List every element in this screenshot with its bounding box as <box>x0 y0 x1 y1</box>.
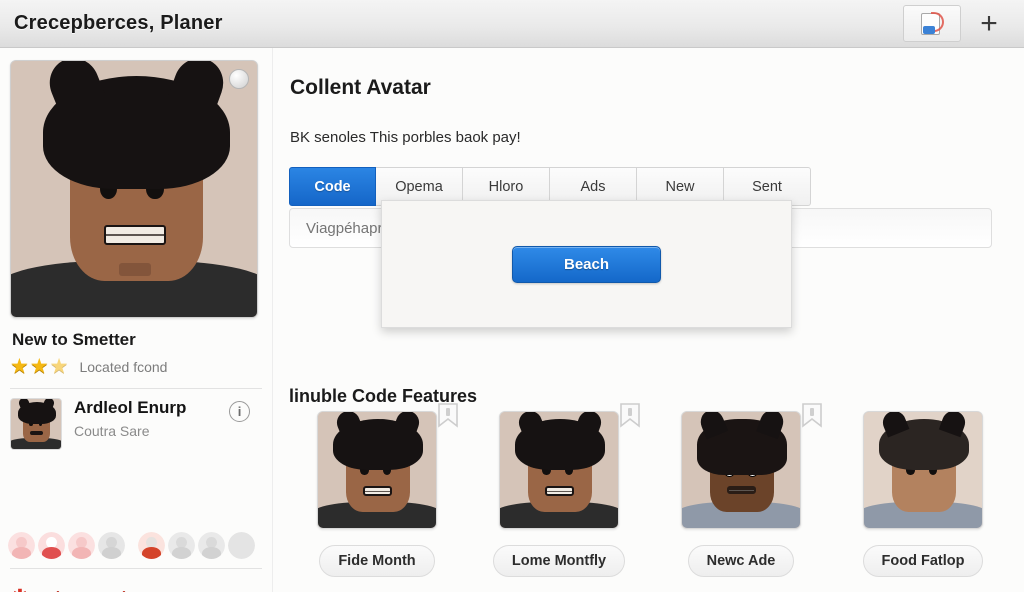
chip-4[interactable] <box>98 532 125 559</box>
titlebar-actions: + <box>903 5 1018 42</box>
avatar-status-badge-icon <box>229 69 249 89</box>
page-subtitle: BK senoles This porbles baok pay! <box>290 129 521 146</box>
gallery-thumbnail[interactable] <box>317 411 437 529</box>
gallery-item-label[interactable]: Newc Ade <box>687 545 795 577</box>
bookmark-icon[interactable] <box>618 403 642 429</box>
chip-6[interactable] <box>168 532 195 559</box>
chip-7[interactable] <box>198 532 225 559</box>
user-row[interactable]: Ardleol Enurp Coutra Sare i <box>10 398 262 454</box>
gallery-item-label[interactable]: Food Fatlop <box>862 545 984 577</box>
chip-1[interactable] <box>8 532 35 559</box>
user-name: Ardleol Enurp <box>74 398 187 417</box>
window-title: Crecepberces, Planer <box>14 12 223 34</box>
star-icon: ★ <box>10 355 29 378</box>
chip-2[interactable] <box>38 532 65 559</box>
info-icon[interactable]: i <box>229 401 250 422</box>
user-subtitle: Coutra Sare <box>74 423 150 439</box>
gallery-item[interactable]: Newc Ade <box>650 403 832 577</box>
main-panel: Collent Avatar BK senoles This porbles b… <box>272 48 1024 592</box>
beach-button[interactable]: Beach <box>512 245 661 283</box>
gallery-item-label[interactable]: Lome Montfly <box>492 545 626 577</box>
sidebar: New to Smetter ★ ★ ★ Located fcond Ardle… <box>0 48 272 592</box>
gallery-item[interactable]: Fide Month <box>286 403 468 577</box>
plus-icon: + <box>980 6 998 40</box>
page-title: Collent Avatar <box>290 76 431 99</box>
sidebar-divider-bottom <box>10 568 262 569</box>
overlay-panel: Beach <box>381 200 792 328</box>
star-icon: ★ <box>29 355 49 378</box>
rank-label: Located fcond <box>79 358 168 375</box>
chip-8[interactable] <box>228 532 255 559</box>
sidebar-heading: New to Smetter <box>12 330 136 349</box>
chip-row <box>8 532 255 559</box>
star-half-icon: ★ <box>49 355 69 378</box>
chip-5[interactable] <box>138 532 165 559</box>
gallery-item-label[interactable]: Fide Month <box>319 545 435 577</box>
title-bar: Crecepberces, Planer + <box>0 0 1024 48</box>
gallery: Fide Month Lome Montfly Newc Ade Food Fa… <box>286 403 1016 577</box>
chip-3[interactable] <box>68 532 95 559</box>
rating-row: ★ ★ ★ Located fcond <box>10 356 167 377</box>
gallery-thumbnail[interactable] <box>681 411 801 529</box>
gallery-thumbnail[interactable] <box>499 411 619 529</box>
gallery-thumbnail[interactable] <box>863 411 983 529</box>
add-button[interactable]: + <box>960 5 1018 42</box>
gallery-item[interactable]: Lome Montfly <box>468 403 650 577</box>
gallery-item[interactable]: Food Fatlop <box>832 411 1014 577</box>
user-avatar <box>10 398 62 450</box>
page-tag-button[interactable] <box>903 5 961 42</box>
bookmark-icon[interactable] <box>436 403 460 429</box>
bottom-note[interactable]: ✱ вp(Ste Lote ) <box>12 588 128 592</box>
asterisk-icon: ✱ <box>12 588 28 592</box>
app-window: Crecepberces, Planer + New to Smetter ★ … <box>0 0 1024 592</box>
page-tag-icon <box>919 11 945 37</box>
profile-avatar-card[interactable] <box>10 60 258 318</box>
tab-code[interactable]: Code <box>289 167 376 206</box>
avatar-portrait <box>11 61 257 317</box>
bookmark-icon[interactable] <box>800 403 824 429</box>
sidebar-divider <box>10 388 262 389</box>
content-area: New to Smetter ★ ★ ★ Located fcond Ardle… <box>0 48 1024 592</box>
